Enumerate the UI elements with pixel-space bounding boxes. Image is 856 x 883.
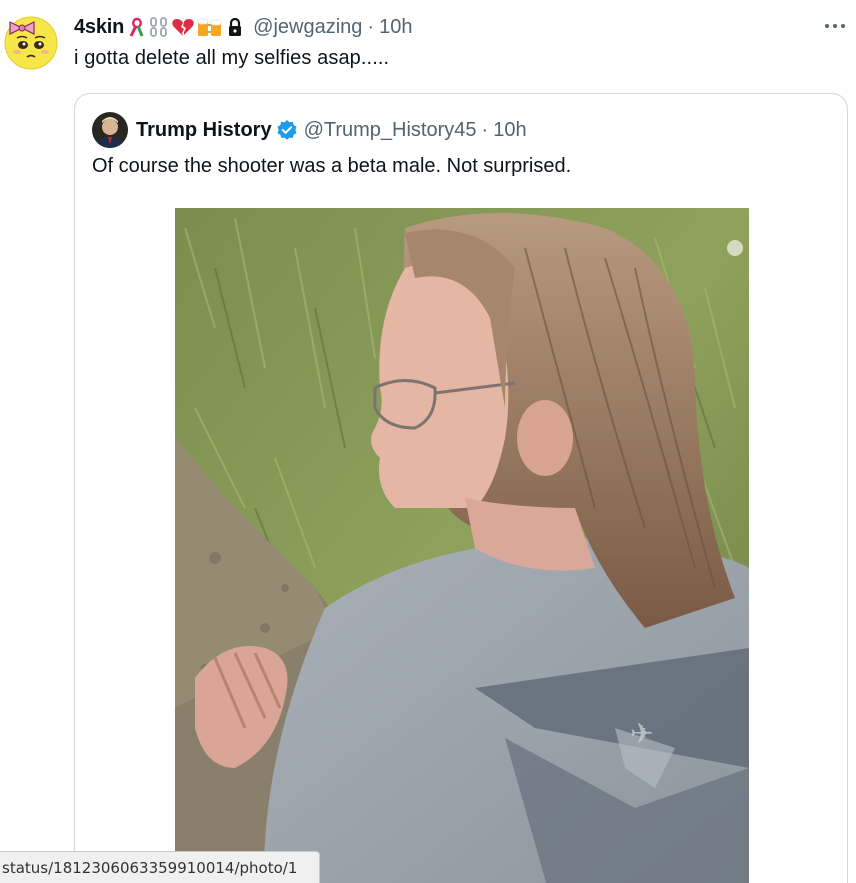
tweet[interactable]: 4skin @jewgazing · 10h i gotta delete al… <box>0 0 856 883</box>
avatar[interactable] <box>2 12 60 70</box>
quoted-tweet-header: Trump History @Trump_History45 · 10h <box>92 112 527 148</box>
tweet-text: i gotta delete all my selfies asap..... <box>74 47 390 69</box>
name-emojis <box>127 16 245 38</box>
quoted-separator: · <box>481 118 489 141</box>
quoted-handle[interactable]: @Trump_History45 <box>304 119 477 142</box>
quoted-avatar[interactable] <box>92 112 128 148</box>
chain-icon <box>150 17 168 37</box>
verified-badge-icon <box>276 119 298 141</box>
lock-icon <box>229 17 242 36</box>
beer-mugs-icon <box>197 18 222 36</box>
quoted-timestamp[interactable]: 10h <box>493 119 526 142</box>
more-horizontal-icon <box>825 24 845 28</box>
quoted-tweet-text: Of course the shooter was a beta male. N… <box>92 155 572 177</box>
quoted-tweet-photo[interactable]: ✈ <box>175 208 749 883</box>
quoted-avatar-photo <box>92 112 128 148</box>
timestamp[interactable]: 10h <box>379 16 412 39</box>
ribbon-icon <box>129 17 144 37</box>
more-options-button[interactable] <box>822 16 848 36</box>
avatar-pleading-face-icon <box>4 16 58 70</box>
photo-image: ✈ <box>175 208 749 883</box>
svg-text:✈: ✈ <box>630 717 653 750</box>
display-name[interactable]: 4skin <box>74 16 124 39</box>
browser-status-bar: status/1812306063359910014/photo/1 <box>0 851 320 883</box>
broken-heart-icon <box>172 19 194 36</box>
tweet-header: 4skin @jewgazing · 10h <box>74 13 412 41</box>
quoted-display-name[interactable]: Trump History <box>136 119 272 142</box>
separator: · <box>367 15 375 38</box>
quoted-tweet[interactable]: Trump History @Trump_History45 · 10h Of … <box>74 93 848 883</box>
handle[interactable]: @jewgazing <box>253 16 362 39</box>
